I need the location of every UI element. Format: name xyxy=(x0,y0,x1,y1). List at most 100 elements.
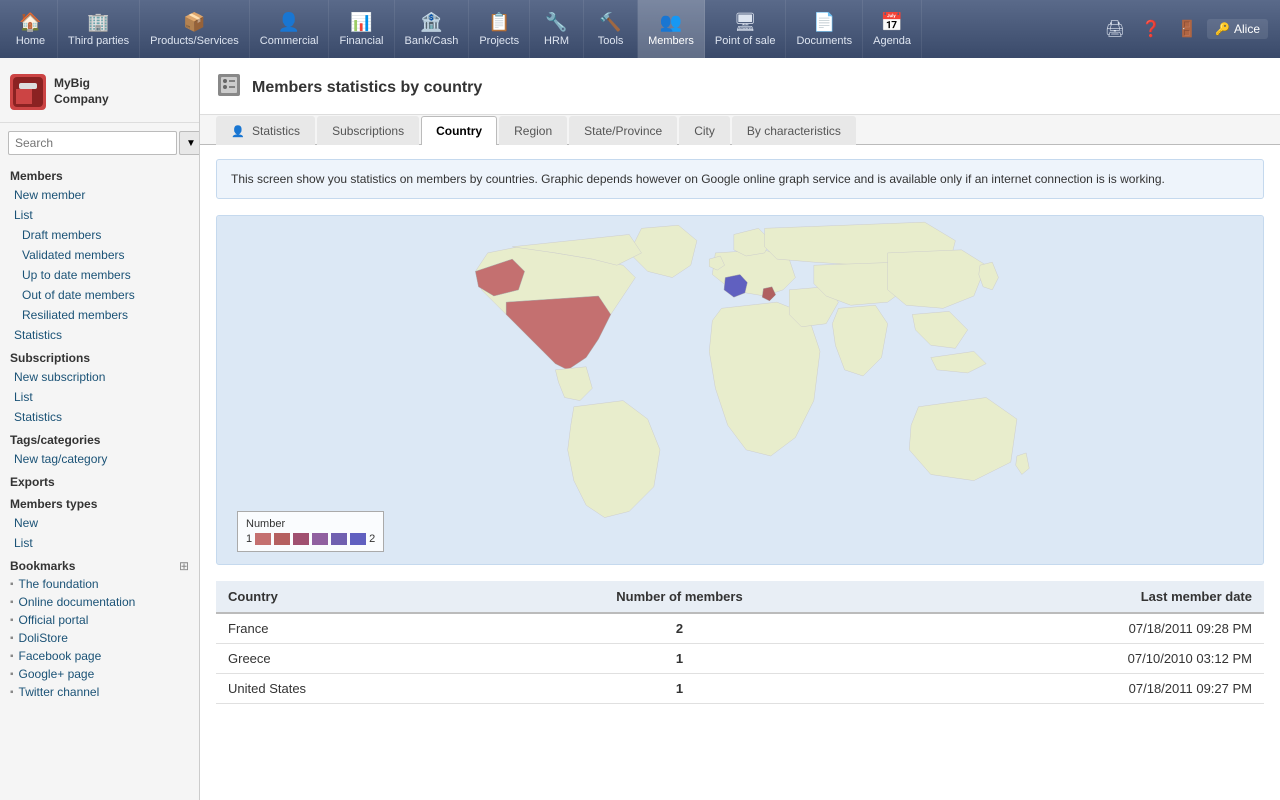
col-count: Number of members xyxy=(483,581,876,613)
sidebar-item-subscriptions-statistics[interactable]: Statistics xyxy=(0,407,199,427)
sidebar-item-new-subscription[interactable]: New subscription xyxy=(0,367,199,387)
nav-projects[interactable]: 📋 Projects xyxy=(469,0,530,58)
cell-count-0: 2 xyxy=(483,613,876,644)
documents-icon: 📄 xyxy=(813,12,835,33)
sidebar-item-new-tag[interactable]: New tag/category xyxy=(0,449,199,469)
bookmark-twitter[interactable]: ▪ Twitter channel xyxy=(0,683,199,701)
nav-home[interactable]: 🏠 Home xyxy=(4,0,58,58)
page-header-icon xyxy=(216,72,242,104)
topnav-right: 🖨 ❓ 🚪 🔑 Alice xyxy=(1099,0,1276,58)
hrm-icon: 🔧 xyxy=(545,12,567,33)
bookmark-official-portal[interactable]: ▪ Official portal xyxy=(0,611,199,629)
bookmark-dolistore[interactable]: ▪ DoliStore xyxy=(0,629,199,647)
nav-point-of-sale[interactable]: 🖥 Point of sale xyxy=(705,0,787,58)
nav-hrm[interactable]: 🔧 HRM xyxy=(530,0,584,58)
bookmark-icon-3: ▪ xyxy=(10,615,14,626)
financial-icon: 📊 xyxy=(350,12,372,33)
sidebar-item-list[interactable]: List xyxy=(0,205,199,225)
print-button[interactable]: 🖨 xyxy=(1099,15,1131,43)
help-button[interactable]: ❓ xyxy=(1135,15,1167,43)
tab-country[interactable]: Country xyxy=(421,116,497,145)
legend-swatch-5 xyxy=(331,533,347,545)
sidebar-item-types-list[interactable]: List xyxy=(0,533,199,553)
tab-bar: 👤 Statistics Subscriptions Country Regio… xyxy=(200,115,1280,145)
sidebar-item-new-member[interactable]: New member xyxy=(0,185,199,205)
members-icon: 👥 xyxy=(660,12,682,33)
sidebar-item-out-of-date-members[interactable]: Out of date members xyxy=(0,285,199,305)
cell-country-0: France xyxy=(216,613,483,644)
bookmark-foundation[interactable]: ▪ The foundation xyxy=(0,575,199,593)
content-area: This screen show you statistics on membe… xyxy=(200,145,1280,718)
bookmark-googleplus[interactable]: ▪ Google+ page xyxy=(0,665,199,683)
user-icon: 🔑 xyxy=(1215,22,1230,36)
nav-members[interactable]: 👥 Members xyxy=(638,0,705,58)
products-icon: 📦 xyxy=(183,12,205,33)
bookmark-icon-5: ▪ xyxy=(10,651,14,662)
legend-bar: 1 2 xyxy=(246,533,375,545)
home-icon: 🏠 xyxy=(19,12,41,33)
main-layout: MyBig Company ▼ Members New member List … xyxy=(0,58,1280,800)
info-box: This screen show you statistics on membe… xyxy=(216,159,1264,199)
top-navigation: 🏠 Home 🏢 Third parties 📦 Products/Servic… xyxy=(0,0,1280,58)
tab-state-province[interactable]: State/Province xyxy=(569,116,677,145)
sidebar-item-resiliated-members[interactable]: Resiliated members xyxy=(0,305,199,325)
legend-swatch-1 xyxy=(255,533,271,545)
nav-products-services[interactable]: 📦 Products/Services xyxy=(140,0,250,58)
tab-subscriptions[interactable]: Subscriptions xyxy=(317,116,419,145)
tab-city[interactable]: City xyxy=(679,116,730,145)
nav-third-parties[interactable]: 🏢 Third parties xyxy=(58,0,140,58)
sidebar-item-validated-members[interactable]: Validated members xyxy=(0,245,199,265)
projects-icon: 📋 xyxy=(488,12,510,33)
legend-max: 2 xyxy=(369,533,375,545)
nav-tools[interactable]: 🔨 Tools xyxy=(584,0,638,58)
search-input[interactable] xyxy=(8,131,177,155)
tab-statistics[interactable]: 👤 Statistics xyxy=(216,116,315,145)
sidebar-item-new-type[interactable]: New xyxy=(0,513,199,533)
bank-icon: 🏦 xyxy=(420,12,442,33)
col-country: Country xyxy=(216,581,483,613)
nav-financial[interactable]: 📊 Financial xyxy=(329,0,394,58)
cell-date-2: 07/18/2011 09:27 PM xyxy=(876,674,1264,704)
main-content: Members statistics by country 👤 Statisti… xyxy=(200,58,1280,800)
tab-region[interactable]: Region xyxy=(499,116,567,145)
sidebar-section-members: Members xyxy=(0,163,199,185)
table-row: France 2 07/18/2011 09:28 PM xyxy=(216,613,1264,644)
cell-country-1: Greece xyxy=(216,644,483,674)
legend-label: Number xyxy=(246,518,375,530)
cell-count-2: 1 xyxy=(483,674,876,704)
bookmark-icon-6: ▪ xyxy=(10,669,14,680)
company-logo[interactable]: MyBig Company xyxy=(0,66,199,123)
bookmarks-manage-icon[interactable]: ⊞ xyxy=(179,559,189,573)
legend-swatch-6 xyxy=(350,533,366,545)
third-parties-icon: 🏢 xyxy=(87,12,109,33)
bookmark-online-docs[interactable]: ▪ Online documentation xyxy=(0,593,199,611)
col-date: Last member date xyxy=(876,581,1264,613)
legend-min: 1 xyxy=(246,533,252,545)
sidebar-item-subscriptions-list[interactable]: List xyxy=(0,387,199,407)
nav-bank-cash[interactable]: 🏦 Bank/Cash xyxy=(395,0,470,58)
logout-button[interactable]: 🚪 xyxy=(1171,15,1203,43)
map-legend: Number 1 2 xyxy=(237,511,384,552)
bookmark-icon-2: ▪ xyxy=(10,597,14,608)
sidebar-section-bookmarks: Bookmarks xyxy=(10,559,75,573)
table-header: Country Number of members Last member da… xyxy=(216,581,1264,613)
bookmark-icon-4: ▪ xyxy=(10,633,14,644)
bookmark-icon-1: ▪ xyxy=(10,579,14,590)
sidebar: MyBig Company ▼ Members New member List … xyxy=(0,58,200,800)
nav-documents[interactable]: 📄 Documents xyxy=(786,0,863,58)
sidebar-item-members-statistics[interactable]: Statistics xyxy=(0,325,199,345)
user-badge: 🔑 Alice xyxy=(1207,19,1268,39)
pos-icon: 🖥 xyxy=(734,12,757,33)
search-dropdown-button[interactable]: ▼ xyxy=(179,131,200,155)
nav-agenda[interactable]: 📅 Agenda xyxy=(863,0,922,58)
sidebar-section-members-types: Members types xyxy=(0,491,199,513)
tab-by-characteristics[interactable]: By characteristics xyxy=(732,116,856,145)
agenda-icon: 📅 xyxy=(881,12,903,33)
nav-commercial[interactable]: 👤 Commercial xyxy=(250,0,330,58)
sidebar-item-up-to-date-members[interactable]: Up to date members xyxy=(0,265,199,285)
bookmark-facebook[interactable]: ▪ Facebook page xyxy=(0,647,199,665)
tools-icon: 🔨 xyxy=(599,12,621,33)
table-row: United States 1 07/18/2011 09:27 PM xyxy=(216,674,1264,704)
sidebar-item-draft-members[interactable]: Draft members xyxy=(0,225,199,245)
world-map-svg xyxy=(217,216,1263,536)
